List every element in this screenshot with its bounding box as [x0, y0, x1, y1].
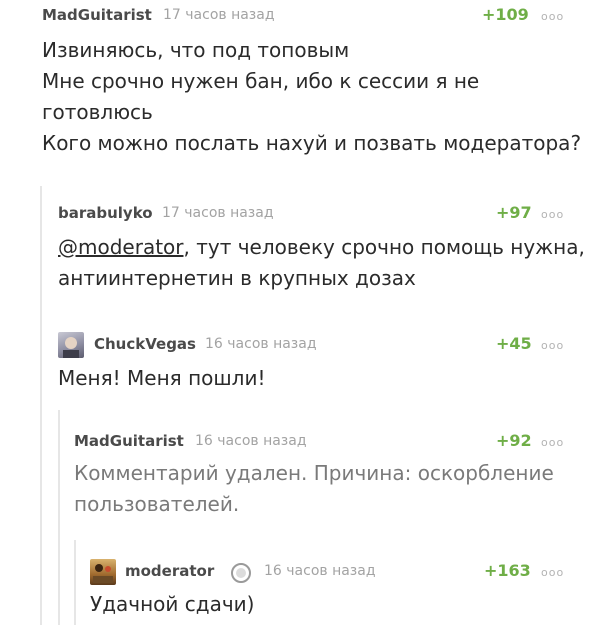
comment: ChuckVegas 16 часов назад +45 ooo Меня! …: [0, 325, 600, 400]
moderator-badge-icon: [231, 563, 251, 583]
comment-body-line: Извиняюсь, что под топовым: [42, 38, 350, 62]
comment-body-line: Комментарий удален. Причина: оскорбление: [74, 461, 554, 485]
comment-body-line: Мне срочно нужен бан, ибо к сессии я не: [42, 69, 480, 93]
comment-body: @moderator, тут человеку срочно помощь н…: [58, 232, 598, 294]
comment-time[interactable]: 17 часов назад: [162, 205, 274, 221]
comment: MadGuitarist 17 часов назад +109 ooo Изв…: [0, 0, 600, 180]
comment-author[interactable]: barabulyko: [58, 204, 153, 222]
comment-author[interactable]: MadGuitarist: [42, 6, 152, 24]
comment-time[interactable]: 17 часов назад: [163, 7, 275, 23]
comment-body: Комментарий удален. Причина: оскорбление…: [74, 458, 594, 520]
avatar-face-icon: [63, 337, 79, 358]
mention-link[interactable]: @moderator: [58, 235, 184, 259]
comment-body-line: готовлюсь: [42, 100, 153, 124]
comment-author[interactable]: ChuckVegas: [94, 335, 196, 353]
comment-body-line: антиинтернетин в крупных дозах: [58, 266, 416, 290]
comment-menu-icon[interactable]: ooo: [541, 208, 564, 221]
avatar[interactable]: [58, 332, 84, 358]
comment-time[interactable]: 16 часов назад: [264, 563, 376, 579]
comment-body-line: Удачной сдачи): [90, 592, 255, 616]
comment: barabulyko 17 часов назад +97 ooo @moder…: [0, 195, 600, 305]
comment-menu-icon[interactable]: ooo: [541, 566, 564, 579]
comment-body: Меня! Меня пошли!: [58, 363, 598, 394]
comment-body-text: , тут человеку срочно помощь нужна,: [183, 235, 585, 259]
comment-body-line: пользователей.: [74, 492, 240, 516]
comment-rating: +92: [496, 431, 532, 450]
comment-time[interactable]: 16 часов назад: [205, 336, 317, 352]
comment-body-line: Меня! Меня пошли!: [58, 366, 266, 390]
comment-rating: +109: [482, 5, 529, 24]
comment-rating: +163: [484, 561, 531, 580]
comment: MadGuitarist 16 часов назад +92 ooo Комм…: [0, 420, 600, 530]
comment: moderator 16 часов назад +163 ooo Удачно…: [0, 550, 600, 625]
comment-rating: +45: [496, 334, 532, 353]
avatar-image-icon: [93, 564, 113, 583]
comment-time[interactable]: 16 часов назад: [195, 433, 307, 449]
comment-body: Извиняюсь, что под топовым Мне срочно ну…: [42, 35, 592, 159]
comment-body-line: @moderator, тут человеку срочно помощь н…: [58, 232, 598, 263]
comment-author[interactable]: MadGuitarist: [74, 432, 184, 450]
comment-body-line: Кого можно послать нахуй и позвать модер…: [42, 131, 582, 155]
comment-author[interactable]: moderator: [125, 562, 214, 580]
comment-body: Удачной сдачи): [90, 589, 590, 620]
comment-menu-icon[interactable]: ooo: [541, 10, 564, 23]
comment-menu-icon[interactable]: ooo: [541, 436, 564, 449]
comment-menu-icon[interactable]: ooo: [541, 339, 564, 352]
comment-rating: +97: [496, 203, 532, 222]
avatar[interactable]: [90, 559, 116, 585]
